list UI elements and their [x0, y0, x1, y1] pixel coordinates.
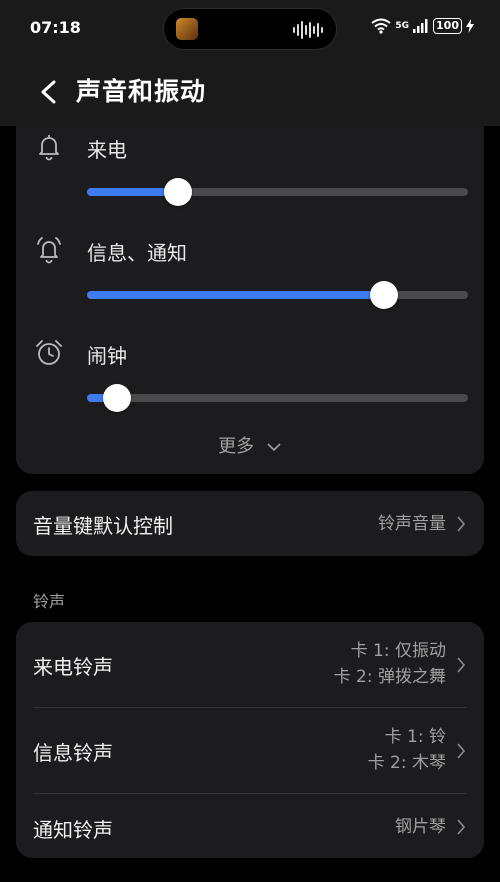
- ringtone-value-message: 卡 1: 铃 卡 2: 木琴: [368, 724, 446, 776]
- section-title-ringtone: 铃声: [33, 592, 66, 611]
- chevron-right-icon: [457, 743, 466, 759]
- chevron-right-icon: [457, 657, 466, 673]
- volume-row-call: 来电: [16, 132, 484, 232]
- status-bar: 07:18 5G 100: [0, 0, 500, 58]
- ringtone-value-notification: 钢片琴: [395, 814, 446, 840]
- dynamic-island[interactable]: [163, 8, 337, 50]
- audio-wave-icon: [293, 21, 323, 39]
- chevron-right-icon: [457, 819, 466, 835]
- volume-row-notification: 信息、通知: [16, 235, 484, 335]
- more-button[interactable]: 更多: [16, 432, 484, 458]
- ringtone-row-call[interactable]: 来电铃声 卡 1: 仅振动 卡 2: 弹拨之舞: [16, 622, 484, 708]
- alarm-clock-icon: [36, 340, 62, 365]
- ringtone-label-message: 信息铃声: [33, 741, 113, 765]
- ringtone-row-notification[interactable]: 通知铃声 钢片琴: [16, 794, 484, 858]
- volume-card: 来电 信息、通知 闹钟 更多: [16, 126, 484, 474]
- slider-thumb[interactable]: [370, 281, 399, 309]
- volume-label-call: 来电: [87, 138, 127, 162]
- slider-thumb[interactable]: [103, 384, 132, 412]
- ringtone-card: 来电铃声 卡 1: 仅振动 卡 2: 弹拨之舞 信息铃声 卡 1: 铃 卡 2:…: [16, 622, 484, 858]
- ringtone-value-line: 卡 2: 弹拨之舞: [333, 667, 446, 687]
- volume-slider-alarm[interactable]: [87, 384, 468, 412]
- ringtone-value-line: 卡 2: 木琴: [367, 753, 446, 773]
- volume-key-value: 铃声音量: [378, 514, 446, 534]
- ringtone-value-line: 钢片琴: [395, 817, 446, 837]
- status-indicators: 5G 100: [371, 18, 474, 34]
- page-title: 声音和振动: [76, 77, 207, 106]
- network-type: 5G: [395, 21, 410, 31]
- volume-slider-call[interactable]: [87, 178, 468, 206]
- status-time: 07:18: [30, 18, 81, 37]
- volume-label-notification: 信息、通知: [87, 241, 187, 265]
- volume-slider-notification[interactable]: [87, 281, 468, 309]
- ringtone-row-message[interactable]: 信息铃声 卡 1: 铃 卡 2: 木琴: [16, 708, 484, 794]
- battery-indicator: 100: [433, 18, 462, 34]
- app-thumbnail-icon: [176, 18, 198, 40]
- charging-icon: [466, 19, 474, 33]
- slider-thumb[interactable]: [164, 178, 193, 206]
- bell-icon: [39, 135, 59, 161]
- more-label: 更多: [218, 436, 255, 457]
- app-header: 声音和振动: [0, 58, 500, 126]
- wifi-icon: [371, 18, 391, 34]
- ringtone-label-notification: 通知铃声: [33, 818, 113, 842]
- volume-key-label: 音量键默认控制: [33, 514, 173, 538]
- bell-ring-icon: [37, 237, 61, 264]
- ringtone-label-call: 来电铃声: [33, 655, 113, 679]
- signal-icon: [413, 19, 428, 33]
- volume-label-alarm: 闹钟: [87, 344, 127, 368]
- ringtone-value-line: 卡 1: 仅振动: [350, 641, 446, 661]
- chevron-right-icon: [457, 516, 466, 532]
- volume-row-alarm: 闹钟: [16, 338, 484, 438]
- back-arrow-icon[interactable]: [34, 76, 62, 108]
- volume-key-control-row[interactable]: 音量键默认控制 铃声音量: [16, 491, 484, 556]
- slider-fill: [87, 291, 385, 299]
- ringtone-value-call: 卡 1: 仅振动 卡 2: 弹拨之舞: [334, 638, 446, 690]
- ringtone-value-line: 卡 1: 铃: [384, 727, 446, 747]
- chevron-down-icon: [267, 443, 281, 452]
